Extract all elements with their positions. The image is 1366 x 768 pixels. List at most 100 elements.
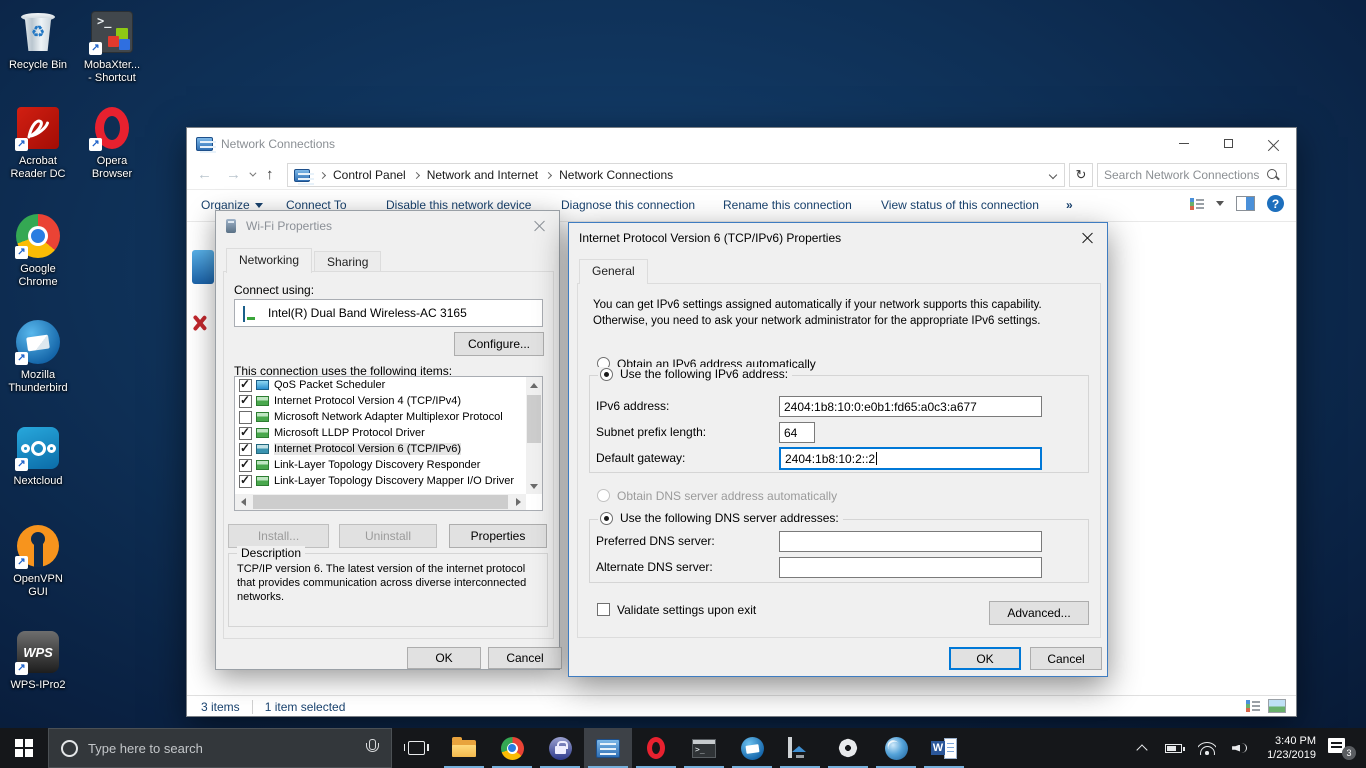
checkbox[interactable]: [239, 427, 252, 440]
ipv6-address-input[interactable]: [779, 396, 1042, 417]
horizontal-scrollbar[interactable]: [235, 494, 526, 510]
battery-icon[interactable]: [1165, 744, 1182, 753]
subnet-prefix-input[interactable]: [779, 422, 815, 443]
taskbar-thunderbird[interactable]: [728, 728, 776, 768]
checkbox[interactable]: [239, 379, 252, 392]
explorer-search-input[interactable]: [1098, 168, 1265, 182]
taskbar-terminal[interactable]: [680, 728, 728, 768]
address-dropdown-icon[interactable]: [1049, 171, 1057, 179]
show-hidden-icons-chevron[interactable]: [1138, 743, 1148, 753]
desktop-icon-nextcloud[interactable]: Nextcloud: [2, 424, 74, 488]
close-button[interactable]: [1251, 128, 1296, 159]
default-gateway-input[interactable]: 2404:1b8:10:2::2: [779, 447, 1042, 470]
checkbox[interactable]: [239, 459, 252, 472]
uninstall-button[interactable]: Uninstall: [339, 524, 437, 548]
taskbar-globe-app[interactable]: [872, 728, 920, 768]
desktop-icon-chrome[interactable]: Google Chrome: [2, 212, 74, 289]
taskbar-file-explorer[interactable]: [440, 728, 488, 768]
list-item[interactable]: Microsoft Network Adapter Multiplexor Pr…: [235, 409, 526, 425]
checkbox[interactable]: [239, 475, 252, 488]
alternate-dns-input[interactable]: [779, 557, 1042, 578]
preferred-dns-input[interactable]: [779, 531, 1042, 552]
checkbox[interactable]: [239, 443, 252, 456]
list-item[interactable]: Microsoft LLDP Protocol Driver: [235, 425, 526, 441]
scroll-down-icon[interactable]: [530, 484, 538, 489]
action-center-button[interactable]: 3: [1326, 736, 1356, 760]
list-item[interactable]: Link-Layer Topology Discovery Responder: [235, 457, 526, 473]
back-icon[interactable]: ←: [197, 166, 212, 183]
list-item-ipv6[interactable]: Internet Protocol Version 6 (TCP/IPv6): [235, 441, 526, 457]
taskbar-search[interactable]: [48, 728, 392, 768]
taskbar-keepass[interactable]: [536, 728, 584, 768]
volume-icon[interactable]: [1232, 742, 1249, 755]
start-button[interactable]: [0, 728, 48, 768]
tab-networking[interactable]: Networking: [226, 248, 312, 273]
desktop-icon-wps[interactable]: WPS-IPro2: [2, 628, 74, 692]
ok-button[interactable]: OK: [407, 647, 481, 669]
scroll-left-icon[interactable]: [241, 498, 246, 506]
list-item[interactable]: QoS Packet Scheduler: [235, 377, 526, 393]
validate-checkbox[interactable]: [597, 603, 610, 616]
scroll-right-icon[interactable]: [516, 498, 521, 506]
breadcrumb-network-and-internet[interactable]: Network and Internet: [423, 168, 542, 182]
desktop-icon-mobaxterm[interactable]: MobaXter... - Shortcut: [76, 8, 148, 85]
tab-general[interactable]: General: [579, 259, 648, 284]
checkbox[interactable]: [239, 411, 252, 424]
task-view-button[interactable]: [392, 728, 440, 768]
radio-use-ipv6[interactable]: [600, 368, 613, 381]
install-button[interactable]: Install...: [228, 524, 329, 548]
address-bar[interactable]: Control Panel Network and Internet Netwo…: [287, 163, 1065, 187]
breadcrumb-network-connections[interactable]: Network Connections: [555, 168, 677, 182]
tab-sharing[interactable]: Sharing: [314, 251, 381, 273]
cancel-button[interactable]: Cancel: [1030, 647, 1102, 670]
desktop-icon-thunderbird[interactable]: Mozilla Thunderbird: [2, 318, 74, 395]
toolbar-rename[interactable]: Rename this connection: [723, 198, 852, 212]
taskbar-network-connections[interactable]: [584, 728, 632, 768]
close-button[interactable]: [1067, 223, 1107, 252]
taskbar-search-input[interactable]: [78, 741, 365, 756]
details-view-icon[interactable]: [1246, 699, 1260, 713]
toolbar-view-status[interactable]: View status of this connection: [881, 198, 1039, 212]
breadcrumb-control-panel[interactable]: Control Panel: [329, 168, 410, 182]
clock[interactable]: 3:40 PM 1/23/2019: [1267, 734, 1316, 762]
taskbar-settings[interactable]: [824, 728, 872, 768]
list-item[interactable]: Link-Layer Topology Discovery Mapper I/O…: [235, 473, 526, 489]
cancel-button[interactable]: Cancel: [488, 647, 562, 669]
close-button[interactable]: [519, 211, 559, 240]
vertical-scrollbar[interactable]: [526, 377, 542, 494]
checkbox[interactable]: [239, 395, 252, 408]
minimize-button[interactable]: [1161, 128, 1206, 159]
preview-pane-icon[interactable]: [1236, 196, 1255, 211]
taskbar-chrome[interactable]: [488, 728, 536, 768]
history-chevron-icon[interactable]: [249, 169, 256, 176]
taskbar-opera[interactable]: [632, 728, 680, 768]
desktop-icon-recycle-bin[interactable]: Recycle Bin: [2, 8, 74, 72]
wifi-icon[interactable]: [1198, 742, 1216, 755]
toolbar-more[interactable]: »: [1066, 198, 1073, 212]
explorer-search[interactable]: [1097, 163, 1287, 187]
up-icon[interactable]: ↑: [266, 166, 274, 183]
list-item[interactable]: Internet Protocol Version 4 (TCP/IPv4): [235, 393, 526, 409]
view-options-button[interactable]: [1190, 197, 1224, 211]
radio-use-dns[interactable]: [600, 512, 613, 525]
scrollbar-thumb[interactable]: [253, 495, 508, 509]
help-icon[interactable]: [1267, 195, 1284, 212]
thumbnail-view-icon[interactable]: [1268, 699, 1286, 713]
maximize-button[interactable]: [1206, 128, 1251, 159]
refresh-button[interactable]: [1069, 163, 1093, 187]
scroll-up-icon[interactable]: [530, 383, 538, 388]
desktop-icon-opera[interactable]: Opera Browser: [76, 104, 148, 181]
desktop-icon-openvpn[interactable]: OpenVPN GUI: [2, 522, 74, 599]
desktop-icon-acrobat[interactable]: Acrobat Reader DC: [2, 104, 74, 181]
taskbar-system-monitor[interactable]: [776, 728, 824, 768]
taskbar-word[interactable]: [920, 728, 968, 768]
scrollbar-thumb[interactable]: [527, 395, 541, 443]
toolbar-diagnose[interactable]: Diagnose this connection: [561, 198, 695, 212]
properties-button[interactable]: Properties: [449, 524, 547, 548]
advanced-button[interactable]: Advanced...: [989, 601, 1089, 625]
configure-button[interactable]: Configure...: [454, 332, 544, 356]
ok-button[interactable]: OK: [949, 647, 1021, 670]
network-adapter-icon-partial[interactable]: [192, 250, 214, 284]
forward-icon[interactable]: →: [226, 166, 241, 183]
radio-obtain-dns[interactable]: [597, 489, 610, 502]
